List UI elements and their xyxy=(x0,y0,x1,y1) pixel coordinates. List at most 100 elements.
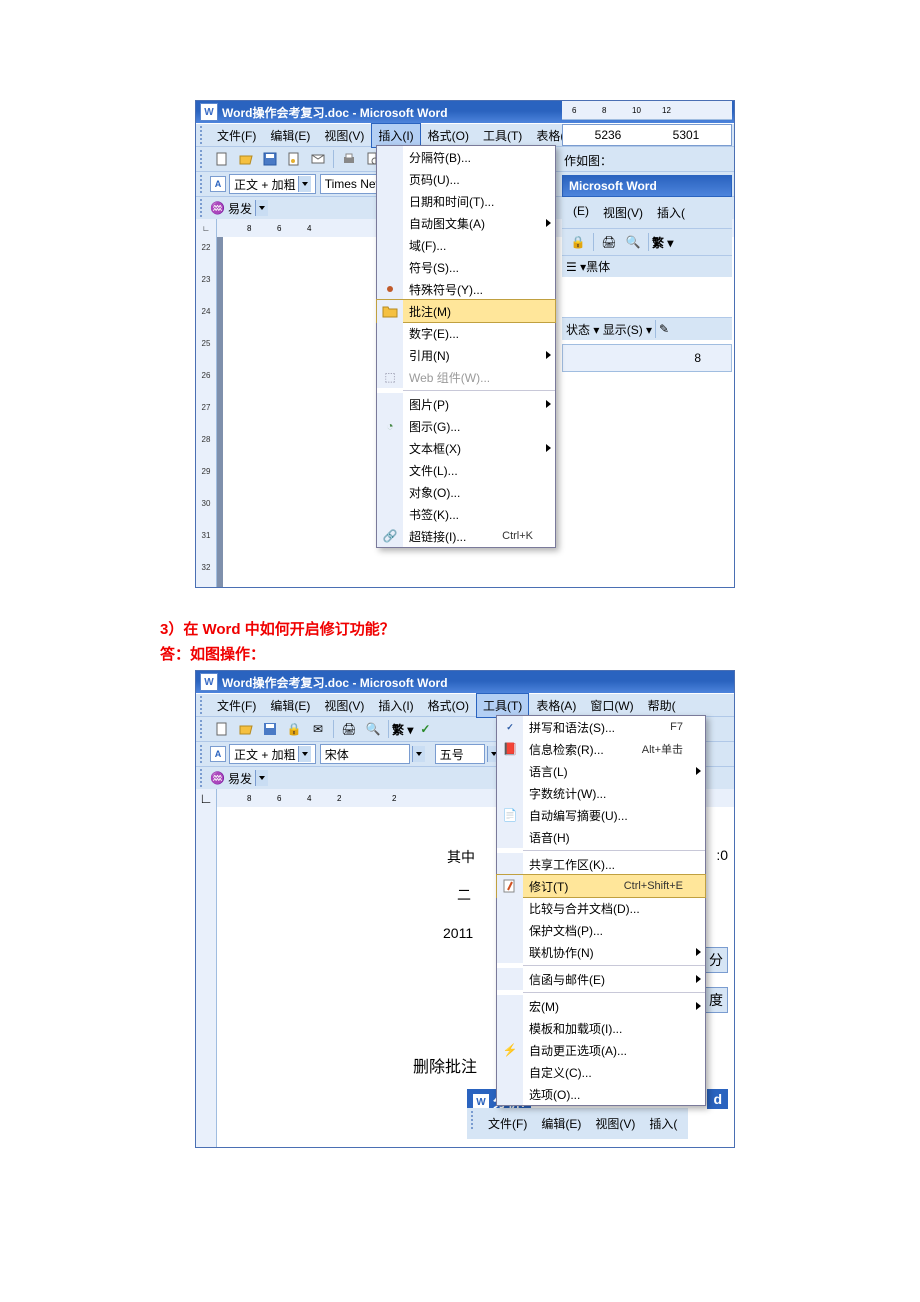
menu-item[interactable]: 分隔符(B)... xyxy=(377,146,555,168)
embed-toolbar-2: ☰ ▾ 黑体 xyxy=(562,255,732,277)
permission-icon[interactable]: 🔒 xyxy=(567,231,589,253)
menu-item[interactable]: 批注(M) xyxy=(376,299,556,323)
menu-item[interactable]: 语言(L) xyxy=(497,760,705,782)
grip-icon xyxy=(200,696,208,714)
menu-item[interactable]: 特殊符号(Y)... xyxy=(377,278,555,300)
style-select[interactable]: 正文 + 加粗 xyxy=(229,174,316,194)
menu-item[interactable]: 信函与邮件(E) xyxy=(497,968,705,990)
embed-font[interactable]: 黑体 xyxy=(586,258,610,275)
preview-icon[interactable]: 🔍 xyxy=(622,231,644,253)
side-op-text: 作如图： xyxy=(562,146,732,175)
save-icon[interactable] xyxy=(259,148,281,170)
menu-file[interactable]: 文件(F) xyxy=(210,123,263,148)
grip-icon xyxy=(200,150,208,168)
word-window-2: W Word操作会考复习.doc - Microsoft Word 文件(F) … xyxy=(195,670,735,1148)
fan-button[interactable]: 繁 ▾ xyxy=(652,234,673,251)
word-app-icon: W xyxy=(200,103,218,121)
preview-icon[interactable]: 🔍 xyxy=(362,718,384,740)
menu-item[interactable]: 自动图文集(A) xyxy=(377,212,555,234)
menu-item[interactable]: ⚡自动更正选项(A)... xyxy=(497,1039,705,1061)
menu-item[interactable]: 文本框(X) xyxy=(377,437,555,459)
grip-icon xyxy=(200,175,208,193)
menu-item[interactable]: 语音(H) xyxy=(497,826,705,848)
print-icon[interactable] xyxy=(338,148,360,170)
spellcheck-icon[interactable]: ✓ xyxy=(414,718,436,740)
open-icon[interactable] xyxy=(235,148,257,170)
menu-item[interactable]: 宏(M) xyxy=(497,995,705,1017)
side-embedded-content: 6 8 10 12 5236 5301 作如图： Microsoft Word … xyxy=(562,101,732,372)
menu-format[interactable]: 格式(O) xyxy=(421,123,476,148)
menu-item[interactable]: 📕信息检索(R)...Alt+单击 xyxy=(497,738,705,760)
permission-icon[interactable]: 🔒 xyxy=(283,718,305,740)
embed-menubar: (E) 视图(V) 插入( xyxy=(562,197,732,228)
menu-item[interactable]: 字数统计(W)... xyxy=(497,782,705,804)
menu-item[interactable]: 修订(T)Ctrl+Shift+E xyxy=(496,874,706,898)
menu-item[interactable]: 共享工作区(K)... xyxy=(497,853,705,875)
menu-item[interactable]: 文件(L)... xyxy=(377,459,555,481)
menu-file[interactable]: 文件(F) xyxy=(210,693,263,718)
embed-titlebar: Microsoft Word xyxy=(562,175,732,197)
menu-insert[interactable]: 插入(I) xyxy=(371,123,420,148)
menu-tools[interactable]: 工具(T) xyxy=(476,693,529,718)
menu-item[interactable]: 对象(O)... xyxy=(377,481,555,503)
permission-icon[interactable] xyxy=(283,148,305,170)
body-text-8: d xyxy=(707,1089,728,1109)
question-block: 3）在 Word 中如何开启修订功能？ 答：如图操作： xyxy=(0,608,920,664)
menu-item[interactable]: 选项(O)... xyxy=(497,1083,705,1105)
menu-item[interactable]: 图片(P) xyxy=(377,393,555,415)
answer-label: 答：如图操作： xyxy=(160,643,920,664)
print-icon[interactable]: 🖨 xyxy=(598,231,620,253)
style-select[interactable]: 正文 + 加粗 xyxy=(229,744,316,764)
menu-item[interactable]: ◔图示(G)... xyxy=(377,415,555,437)
new-doc-icon[interactable] xyxy=(211,718,233,740)
tools-dropdown: ✓拼写和语法(S)...F7📕信息检索(R)...Alt+单击语言(L)字数统计… xyxy=(496,715,706,1106)
email-icon[interactable] xyxy=(307,148,329,170)
ruler-corner: ∟ xyxy=(196,219,217,238)
side-numbers-box: 5236 5301 xyxy=(562,124,732,146)
embed-status-row: 状态 ▾ 显示(S) ▾ ✎ xyxy=(562,317,732,340)
menu-item[interactable]: 保护文档(P)... xyxy=(497,919,705,941)
menu-edit[interactable]: 编辑(E) xyxy=(263,123,317,148)
save-icon[interactable] xyxy=(259,718,281,740)
menu-item[interactable]: 联机协作(N) xyxy=(497,941,705,963)
menu-tools[interactable]: 工具(T) xyxy=(476,123,529,148)
menu-item[interactable]: 日期和时间(T)... xyxy=(377,190,555,212)
titlebar-2: W Word操作会考复习.doc - Microsoft Word xyxy=(196,671,734,693)
styles-icon[interactable]: A xyxy=(210,746,226,762)
menu-view[interactable]: 视图(V) xyxy=(317,123,371,148)
embed-toolbar-1: 🔒 🖨 🔍 繁 ▾ xyxy=(562,228,732,255)
font-select[interactable]: 宋体 xyxy=(320,744,410,764)
body-text-2: 二 xyxy=(457,885,471,905)
body-text-1: 其中 xyxy=(447,847,475,867)
new-doc-icon[interactable] xyxy=(211,148,233,170)
menu-insert[interactable]: 插入(I) xyxy=(371,693,420,718)
print-icon[interactable]: 🖨 xyxy=(338,718,360,740)
menu-item[interactable]: 书签(K)... xyxy=(377,503,555,525)
menu-item[interactable]: 页码(U)... xyxy=(377,168,555,190)
menu-item[interactable]: 符号(S)... xyxy=(377,256,555,278)
window-title: Word操作会考复习.doc - Microsoft Word xyxy=(222,674,448,691)
menu-edit[interactable]: 编辑(E) xyxy=(263,693,317,718)
size-select[interactable]: 五号 xyxy=(435,744,485,764)
menu-help[interactable]: 帮助( xyxy=(641,693,683,718)
menu-table[interactable]: 表格(A) xyxy=(529,693,583,718)
styles-icon[interactable]: A xyxy=(210,176,226,192)
menu-item[interactable]: 数字(E)... xyxy=(377,322,555,344)
menu-item[interactable]: 域(F)... xyxy=(377,234,555,256)
menu-view[interactable]: 视图(V) xyxy=(317,693,371,718)
menu-item[interactable]: ✓拼写和语法(S)...F7 xyxy=(497,716,705,738)
menu-item[interactable]: 📄自动编写摘要(U)... xyxy=(497,804,705,826)
yifa-label: 易发 xyxy=(228,200,252,217)
fan-button[interactable]: 繁 ▾ xyxy=(392,721,413,738)
menu-format[interactable]: 格式(O) xyxy=(421,693,476,718)
menu-window[interactable]: 窗口(W) xyxy=(583,693,640,718)
open-icon[interactable] xyxy=(235,718,257,740)
menu-item[interactable]: 自定义(C)... xyxy=(497,1061,705,1083)
menu-item[interactable]: 模板和加载项(I)... xyxy=(497,1017,705,1039)
menu-item[interactable]: 🔗超链接(I)...Ctrl+K xyxy=(377,525,555,547)
menu-item[interactable]: 比较与合并文档(D)... xyxy=(497,897,705,919)
vruler: 22 23 24 25 26 27 28 29 30 31 32 xyxy=(196,237,217,587)
email-icon[interactable]: ✉ xyxy=(307,718,329,740)
menu-item[interactable]: 引用(N) xyxy=(377,344,555,366)
body-text-6: 分 xyxy=(704,947,728,973)
